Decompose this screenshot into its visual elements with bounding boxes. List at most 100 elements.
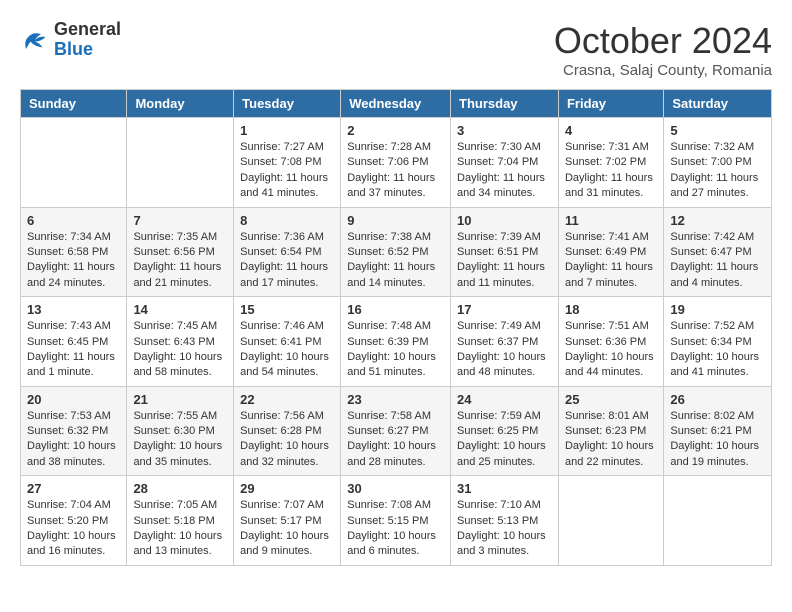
calendar-cell: 25 Sunrise: 8:01 AMSunset: 6:23 PMDayligh…: [558, 386, 663, 476]
calendar-cell: 2 Sunrise: 7:28 AMSunset: 7:06 PMDaylight…: [341, 118, 451, 208]
column-header-friday: Friday: [558, 90, 663, 118]
day-number: 19: [670, 302, 765, 317]
calendar-week-row: 1 Sunrise: 7:27 AMSunset: 7:08 PMDaylight…: [21, 118, 772, 208]
location: Crasna, Salaj County, Romania: [554, 62, 772, 79]
logo-blue: Blue: [54, 40, 121, 60]
day-info: Sunrise: 8:01 AMSunset: 6:23 PMDaylight:…: [565, 409, 657, 471]
calendar-cell: 20Sunrise: 7:53 AMSunset: 6:32 PMDayligh…: [21, 386, 127, 476]
calendar-cell: 15 Sunrise: 7:46 AMSunset: 6:41 PMDayligh…: [234, 297, 341, 387]
day-info: Sunrise: 8:02 AMSunset: 6:21 PMDaylight:…: [670, 409, 765, 471]
day-info: Sunrise: 7:30 AMSunset: 7:04 PMDaylight:…: [457, 140, 552, 202]
day-info: Sunrise: 7:08 AMSunset: 5:15 PMDaylight:…: [347, 498, 444, 560]
calendar-cell: 18 Sunrise: 7:51 AMSunset: 6:36 PMDayligh…: [558, 297, 663, 387]
day-info: Sunrise: 7:56 AMSunset: 6:28 PMDaylight:…: [240, 409, 334, 471]
calendar-cell: 9 Sunrise: 7:38 AMSunset: 6:52 PMDaylight…: [341, 207, 451, 297]
column-header-sunday: Sunday: [21, 90, 127, 118]
calendar-cell: 6 Sunrise: 7:34 AMSunset: 6:58 PMDaylight…: [21, 207, 127, 297]
day-number: 2: [347, 123, 444, 138]
day-info: Sunrise: 7:58 AMSunset: 6:27 PMDaylight:…: [347, 409, 444, 471]
day-info: Sunrise: 7:55 AMSunset: 6:30 PMDaylight:…: [133, 409, 227, 471]
day-info: Sunrise: 7:59 AMSunset: 6:25 PMDaylight:…: [457, 409, 552, 471]
day-info: Sunrise: 7:32 AMSunset: 7:00 PMDaylight:…: [670, 140, 765, 202]
day-info: Sunrise: 7:10 AMSunset: 5:13 PMDaylight:…: [457, 498, 552, 560]
month-title: October 2024: [554, 20, 772, 62]
day-info: Sunrise: 7:42 AMSunset: 6:47 PMDaylight:…: [670, 230, 765, 292]
logo-general: General: [54, 20, 121, 40]
day-info: Sunrise: 7:49 AMSunset: 6:37 PMDaylight:…: [457, 319, 552, 381]
calendar-cell: 29Sunrise: 7:07 AMSunset: 5:17 PMDayligh…: [234, 476, 341, 566]
calendar-cell: 16 Sunrise: 7:48 AMSunset: 6:39 PMDayligh…: [341, 297, 451, 387]
logo: General Blue: [20, 20, 121, 60]
column-header-saturday: Saturday: [664, 90, 772, 118]
calendar-header-row: SundayMondayTuesdayWednesdayThursdayFrid…: [21, 90, 772, 118]
calendar-cell: 31 Sunrise: 7:10 AMSunset: 5:13 PMDayligh…: [451, 476, 559, 566]
column-header-tuesday: Tuesday: [234, 90, 341, 118]
day-number: 18: [565, 302, 657, 317]
day-info: Sunrise: 7:28 AMSunset: 7:06 PMDaylight:…: [347, 140, 444, 202]
day-number: 13: [27, 302, 120, 317]
calendar-week-row: 13Sunrise: 7:43 AMSunset: 6:45 PMDayligh…: [21, 297, 772, 387]
calendar-cell: 8 Sunrise: 7:36 AMSunset: 6:54 PMDaylight…: [234, 207, 341, 297]
day-number: 23: [347, 392, 444, 407]
calendar-cell: 4Sunrise: 7:31 AMSunset: 7:02 PMDaylight…: [558, 118, 663, 208]
column-header-wednesday: Wednesday: [341, 90, 451, 118]
day-number: 9: [347, 213, 444, 228]
day-number: 31: [457, 481, 552, 496]
calendar-cell: 14Sunrise: 7:45 AMSunset: 6:43 PMDayligh…: [127, 297, 234, 387]
day-number: 1: [240, 123, 334, 138]
calendar-cell: 23 Sunrise: 7:58 AMSunset: 6:27 PMDayligh…: [341, 386, 451, 476]
day-info: Sunrise: 7:39 AMSunset: 6:51 PMDaylight:…: [457, 230, 552, 292]
day-number: 15: [240, 302, 334, 317]
day-number: 8: [240, 213, 334, 228]
day-info: Sunrise: 7:27 AMSunset: 7:08 PMDaylight:…: [240, 140, 334, 202]
calendar-cell: 26 Sunrise: 8:02 AMSunset: 6:21 PMDayligh…: [664, 386, 772, 476]
page-header: General Blue October 2024 Crasna, Salaj …: [20, 20, 772, 79]
calendar-week-row: 27Sunrise: 7:04 AMSunset: 5:20 PMDayligh…: [21, 476, 772, 566]
day-info: Sunrise: 7:46 AMSunset: 6:41 PMDaylight:…: [240, 319, 334, 381]
day-info: Sunrise: 7:41 AMSunset: 6:49 PMDaylight:…: [565, 230, 657, 292]
calendar-cell: 3 Sunrise: 7:30 AMSunset: 7:04 PMDaylight…: [451, 118, 559, 208]
day-number: 20: [27, 392, 120, 407]
day-info: Sunrise: 7:35 AMSunset: 6:56 PMDaylight:…: [133, 230, 227, 292]
column-header-thursday: Thursday: [451, 90, 559, 118]
calendar-cell: 10 Sunrise: 7:39 AMSunset: 6:51 PMDayligh…: [451, 207, 559, 297]
day-number: 4: [565, 123, 657, 138]
calendar-cell: 13Sunrise: 7:43 AMSunset: 6:45 PMDayligh…: [21, 297, 127, 387]
calendar-cell: [558, 476, 663, 566]
day-number: 28: [133, 481, 227, 496]
calendar-cell: 19 Sunrise: 7:52 AMSunset: 6:34 PMDayligh…: [664, 297, 772, 387]
calendar-cell: 7Sunrise: 7:35 AMSunset: 6:56 PMDaylight…: [127, 207, 234, 297]
day-info: Sunrise: 7:38 AMSunset: 6:52 PMDaylight:…: [347, 230, 444, 292]
day-number: 25: [565, 392, 657, 407]
day-number: 6: [27, 213, 120, 228]
calendar-cell: 21Sunrise: 7:55 AMSunset: 6:30 PMDayligh…: [127, 386, 234, 476]
day-info: Sunrise: 7:52 AMSunset: 6:34 PMDaylight:…: [670, 319, 765, 381]
calendar-cell: 11 Sunrise: 7:41 AMSunset: 6:49 PMDayligh…: [558, 207, 663, 297]
day-number: 22: [240, 392, 334, 407]
calendar-week-row: 20Sunrise: 7:53 AMSunset: 6:32 PMDayligh…: [21, 386, 772, 476]
day-number: 26: [670, 392, 765, 407]
day-number: 17: [457, 302, 552, 317]
day-number: 11: [565, 213, 657, 228]
calendar-cell: 28 Sunrise: 7:05 AMSunset: 5:18 PMDayligh…: [127, 476, 234, 566]
calendar-cell: 17 Sunrise: 7:49 AMSunset: 6:37 PMDayligh…: [451, 297, 559, 387]
day-info: Sunrise: 7:45 AMSunset: 6:43 PMDaylight:…: [133, 319, 227, 381]
calendar-cell: [127, 118, 234, 208]
day-info: Sunrise: 7:34 AMSunset: 6:58 PMDaylight:…: [27, 230, 120, 292]
day-number: 30: [347, 481, 444, 496]
calendar-cell: 27Sunrise: 7:04 AMSunset: 5:20 PMDayligh…: [21, 476, 127, 566]
day-info: Sunrise: 7:48 AMSunset: 6:39 PMDaylight:…: [347, 319, 444, 381]
day-number: 29: [240, 481, 334, 496]
calendar-cell: 24 Sunrise: 7:59 AMSunset: 6:25 PMDayligh…: [451, 386, 559, 476]
calendar-table: SundayMondayTuesdayWednesdayThursdayFrid…: [20, 89, 772, 566]
day-info: Sunrise: 7:36 AMSunset: 6:54 PMDaylight:…: [240, 230, 334, 292]
day-number: 10: [457, 213, 552, 228]
day-number: 3: [457, 123, 552, 138]
day-info: Sunrise: 7:05 AMSunset: 5:18 PMDaylight:…: [133, 498, 227, 560]
day-info: Sunrise: 7:51 AMSunset: 6:36 PMDaylight:…: [565, 319, 657, 381]
day-number: 16: [347, 302, 444, 317]
day-number: 24: [457, 392, 552, 407]
calendar-week-row: 6 Sunrise: 7:34 AMSunset: 6:58 PMDaylight…: [21, 207, 772, 297]
title-block: October 2024 Crasna, Salaj County, Roman…: [554, 20, 772, 79]
calendar-cell: 1 Sunrise: 7:27 AMSunset: 7:08 PMDaylight…: [234, 118, 341, 208]
